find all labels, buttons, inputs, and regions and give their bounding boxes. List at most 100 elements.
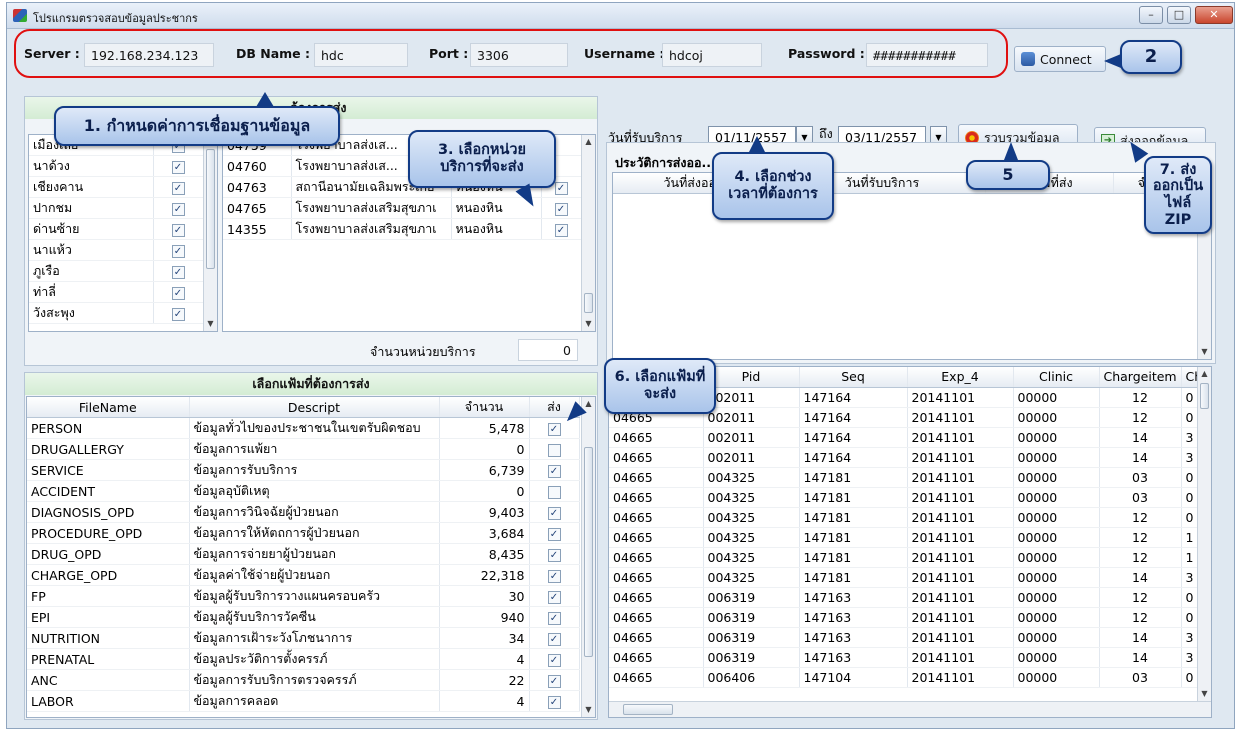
unit-checkbox[interactable]: ✓ <box>554 181 568 195</box>
data-col-header[interactable]: Clinic <box>1013 367 1100 388</box>
unit-checkbox[interactable]: ✓ <box>554 223 568 237</box>
file-row[interactable]: FP ข้อมูลผู้รับบริการวางแผนครอบครัว 30 ✓ <box>27 585 580 607</box>
file-send-checkbox[interactable]: ✓ <box>547 632 561 646</box>
data-col-header[interactable]: Chargeitem <box>1099 367 1182 388</box>
district-checkbox[interactable]: ✓ <box>171 307 185 321</box>
data-col-header[interactable]: Pid <box>703 367 800 388</box>
district-row[interactable]: นาแห้ว ✓ <box>29 239 204 261</box>
file-send-checkbox[interactable] <box>547 485 561 499</box>
file-send-checkbox[interactable]: ✓ <box>547 569 561 583</box>
data-cell: 20141101 <box>907 607 1014 628</box>
district-checkbox[interactable]: ✓ <box>171 160 185 174</box>
username-field[interactable]: hdcoj <box>662 43 762 67</box>
unit-code: 04765 <box>223 197 292 219</box>
file-send-checkbox[interactable]: ✓ <box>547 548 561 562</box>
file-descript: ข้อมูลผู้รับบริการวัคซีน <box>189 606 440 628</box>
files-col-header[interactable]: จำนวน <box>439 397 530 418</box>
data-row[interactable]: 04665 004325 147181 20141101 00000 03 0 <box>609 487 1198 508</box>
district-row[interactable]: ท่าลี่ ✓ <box>29 281 204 303</box>
data-cell: 20141101 <box>907 587 1014 608</box>
file-row[interactable]: EPI ข้อมูลผู้รับบริการวัคซีน 940 ✓ <box>27 606 580 628</box>
data-col-header[interactable]: Seq <box>799 367 908 388</box>
data-cell: 147163 <box>799 607 908 628</box>
file-row[interactable]: ACCIDENT ข้อมูลอุบัติเหตุ 0 <box>27 480 580 502</box>
file-send-checkbox[interactable]: ✓ <box>547 611 561 625</box>
unit-check-cell: ✓ <box>541 197 582 219</box>
data-grid-hscroll[interactable] <box>609 701 1211 717</box>
data-row[interactable]: 04665 006319 147163 20141101 00000 14 3 <box>609 627 1198 648</box>
callout-1-pointer <box>256 92 274 107</box>
data-row[interactable]: 04665 004325 147181 20141101 00000 12 1 <box>609 527 1198 548</box>
file-row[interactable]: CHARGE_OPD ข้อมูลค่าใช้จ่ายผู้ป่วยนอก 22,3… <box>27 564 580 586</box>
data-grid-vscroll[interactable]: ▲ ▼ <box>1197 367 1211 701</box>
data-row[interactable]: 04665 006319 147163 20141101 00000 12 0 <box>609 587 1198 608</box>
password-field[interactable]: ########### <box>866 43 988 67</box>
district-row[interactable]: เชียงคาน ✓ <box>29 176 204 198</box>
data-row[interactable]: 04665 004325 147181 20141101 00000 12 1 <box>609 547 1198 568</box>
data-col-header[interactable]: Ch <box>1181 367 1198 388</box>
unit-row[interactable]: 14355 โรงพยาบาลส่งเสริมสุขภาเ หนองหิน ✓ <box>223 218 582 240</box>
data-row[interactable]: 04665 004325 147181 20141101 00000 12 0 <box>609 507 1198 528</box>
file-row[interactable]: DRUG_OPD ข้อมูลการจ่ายยาผู้ป่วยนอก 8,435 ✓ <box>27 543 580 565</box>
district-row[interactable]: นาด้วง ✓ <box>29 155 204 177</box>
data-row[interactable]: 04665 002011 147164 20141101 00000 14 3 <box>609 427 1198 448</box>
district-row[interactable]: ด่านซ้าย ✓ <box>29 218 204 240</box>
data-col-header[interactable]: Exp_4 <box>907 367 1014 388</box>
file-send-checkbox[interactable]: ✓ <box>547 653 561 667</box>
files-col-header[interactable]: Descript <box>189 397 440 418</box>
files-scrollbar[interactable]: ▲ ▼ <box>581 397 595 717</box>
close-button[interactable]: ✕ <box>1195 6 1233 24</box>
file-row[interactable]: LABOR ข้อมูลการคลอด 4 ✓ <box>27 690 580 712</box>
file-send-checkbox[interactable]: ✓ <box>547 527 561 541</box>
file-row[interactable]: PROCEDURE_OPD ข้อมูลการให้หัตถการผู้ป่วยน… <box>27 522 580 544</box>
district-checkbox[interactable]: ✓ <box>171 202 185 216</box>
file-send-checkbox[interactable]: ✓ <box>547 695 561 709</box>
file-send-checkbox[interactable] <box>547 443 561 457</box>
files-col-header[interactable]: FileName <box>27 397 190 418</box>
file-row[interactable]: PERSON ข้อมูลทั่วไปของประชาชนในเขตรับผิดช… <box>27 417 580 439</box>
district-checkbox[interactable]: ✓ <box>171 265 185 279</box>
district-scrollbar[interactable]: ▲ ▼ <box>203 135 217 331</box>
history-grid[interactable]: วันที่ส่งออ...วันที่รับบริการแฟ้มที่ส่งจ… <box>612 172 1212 360</box>
district-row[interactable]: วังสะพุง ✓ <box>29 302 204 324</box>
file-row[interactable]: DIAGNOSIS_OPD ข้อมูลการวินิจฉัยผู้ป่วยนอก… <box>27 501 580 523</box>
file-send-checkbox[interactable]: ✓ <box>547 674 561 688</box>
district-checkbox[interactable]: ✓ <box>171 286 185 300</box>
minimize-button[interactable]: – <box>1139 6 1163 24</box>
district-grid[interactable]: เมืองเลย ✓ นาด้วง ✓ เชียงคาน ✓ ปากชม ✓ ด่านซ้าย ✓… <box>28 134 218 332</box>
unit-checkbox[interactable]: ✓ <box>554 202 568 216</box>
file-row[interactable]: DRUGALLERGY ข้อมูลการแพ้ยา 0 <box>27 438 580 460</box>
file-send-checkbox[interactable]: ✓ <box>547 422 561 436</box>
data-row[interactable]: 04665 006406 147104 20141101 00000 03 0 <box>609 667 1198 688</box>
port-field[interactable]: 3306 <box>470 43 568 67</box>
file-row[interactable]: NUTRITION ข้อมูลการเฝ้าระวังโภชนาการ 34 ✓ <box>27 627 580 649</box>
data-row[interactable]: 04665 006319 147163 20141101 00000 12 0 <box>609 607 1198 628</box>
data-row[interactable]: 04665 004325 147181 20141101 00000 14 3 <box>609 567 1198 588</box>
data-row[interactable]: 04665 004325 147181 20141101 00000 03 0 <box>609 467 1198 488</box>
file-row[interactable]: SERVICE ข้อมูลการรับบริการ 6,739 ✓ <box>27 459 580 481</box>
district-row[interactable]: ภูเรือ ✓ <box>29 260 204 282</box>
district-checkbox[interactable]: ✓ <box>171 181 185 195</box>
district-checkbox[interactable]: ✓ <box>171 244 185 258</box>
db-name-field[interactable]: hdc <box>314 43 408 67</box>
unit-scrollbar[interactable]: ▲ ▼ <box>581 135 595 331</box>
file-send-checkbox[interactable]: ✓ <box>547 506 561 520</box>
file-row[interactable]: ANC ข้อมูลการรับบริการตรวจครรภ์ 22 ✓ <box>27 669 580 691</box>
district-row[interactable]: ปากชม ✓ <box>29 197 204 219</box>
data-grid[interactable]: PidSeqExp_4ClinicChargeitemCh 0466500201… <box>608 366 1212 718</box>
file-send-checkbox[interactable]: ✓ <box>547 590 561 604</box>
file-send-checkbox[interactable]: ✓ <box>547 464 561 478</box>
data-row[interactable]: 04665 006319 147163 20141101 00000 14 3 <box>609 647 1198 668</box>
file-row[interactable]: PRENATAL ข้อมูลประวัติการตั้งครรภ์ 4 ✓ <box>27 648 580 670</box>
district-checkbox[interactable]: ✓ <box>171 223 185 237</box>
district-name: ด่านซ้าย <box>29 218 154 240</box>
data-cell: 12 <box>1099 387 1182 408</box>
server-field[interactable]: 192.168.234.123 <box>84 43 214 67</box>
connect-button[interactable]: Connect <box>1014 46 1106 72</box>
maximize-button[interactable]: □ <box>1167 6 1191 24</box>
files-grid[interactable]: FileName Descript จำนวน ส่ง PERSON ข้อมูลทั่… <box>26 396 596 718</box>
district-check-cell: ✓ <box>153 260 204 282</box>
data-row[interactable]: 04665 002011 147164 20141101 00000 14 3 <box>609 447 1198 468</box>
data-cell: 00000 <box>1013 527 1100 548</box>
file-name: ANC <box>27 669 190 691</box>
